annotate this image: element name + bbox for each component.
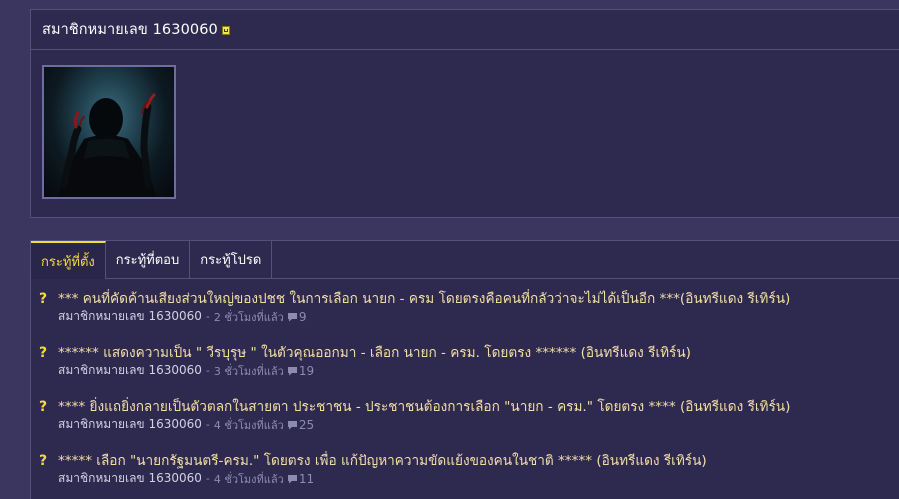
topics-panel: กระทู้ที่ตั้ง กระทู้ที่ตอบ กระทู้โปรด ? … xyxy=(30,240,899,499)
topic-author-link[interactable]: สมาชิกหมายเลข 1630060 xyxy=(58,361,202,380)
comment-bubble-icon xyxy=(287,420,297,429)
avatar xyxy=(42,65,176,199)
profile-name: สมาชิกหมายเลข 1630060 xyxy=(42,22,218,38)
meta-separator: - xyxy=(205,364,210,377)
meta-separator: - xyxy=(205,472,210,485)
comment-count: 9 xyxy=(298,309,307,324)
comment-count: 19 xyxy=(298,363,315,378)
tab-favorite-topics[interactable]: กระทู้โปรด xyxy=(190,241,273,278)
topic-title-link[interactable]: ****** แสดงความเป็น " วีรบุรุษ " ในตัวคุ… xyxy=(58,341,691,363)
topic-title-link[interactable]: ***** เลือก "นายกรัฐมนตรี-ครม." โดยตรง เ… xyxy=(58,449,707,471)
comment-bubble-icon xyxy=(287,474,297,483)
tab-bar: กระทู้ที่ตั้ง กระทู้ที่ตอบ กระทู้โปรด xyxy=(31,241,899,279)
list-item: ? **** ยิ่งแถยิ่งกลายเป็นตัวตลกในสายตา ป… xyxy=(39,395,889,434)
list-item: ? ***** เลือก "นายกรัฐมนตรี-ครม." โดยตรง… xyxy=(39,449,889,488)
question-mark-icon: ? xyxy=(39,291,48,307)
topic-author-link[interactable]: สมาชิกหมายเลข 1630060 xyxy=(58,415,202,434)
profile-header: สมาชิกหมายเลข 1630060 xyxy=(31,10,899,50)
topic-time: 4 ชั่วโมงที่แล้ว xyxy=(213,418,284,432)
topic-time: 4 ชั่วโมงที่แล้ว xyxy=(213,472,284,486)
member-badge-icon xyxy=(221,26,230,35)
profile-card: สมาชิกหมายเลข 1630060 xyxy=(30,9,899,218)
topic-author-link[interactable]: สมาชิกหมายเลข 1630060 xyxy=(58,307,202,326)
meta-separator: - xyxy=(205,418,210,431)
comment-bubble-icon xyxy=(287,312,297,321)
topic-time: 2 ชั่วโมงที่แล้ว xyxy=(213,310,284,324)
list-item: ? *** คนที่คัดค้านเสียงส่วนใหญ่ของปชช ใน… xyxy=(39,287,889,326)
tab-replied-topics[interactable]: กระทู้ที่ตอบ xyxy=(106,241,191,278)
comment-count: 11 xyxy=(298,471,315,486)
topic-title-link[interactable]: *** คนที่คัดค้านเสียงส่วนใหญ่ของปชช ในกา… xyxy=(58,287,790,309)
question-mark-icon: ? xyxy=(39,453,48,469)
question-mark-icon: ? xyxy=(39,345,48,361)
question-mark-icon: ? xyxy=(39,399,48,415)
topic-title-link[interactable]: **** ยิ่งแถยิ่งกลายเป็นตัวตลกในสายตา ประ… xyxy=(58,395,790,417)
comment-bubble-icon xyxy=(287,366,297,375)
meta-separator: - xyxy=(205,310,210,323)
topic-time: 3 ชั่วโมงที่แล้ว xyxy=(213,364,284,378)
tab-created-topics[interactable]: กระทู้ที่ตั้ง xyxy=(31,241,106,279)
topic-author-link[interactable]: สมาชิกหมายเลข 1630060 xyxy=(58,469,202,488)
comment-count: 25 xyxy=(298,417,315,432)
list-item: ? ****** แสดงความเป็น " วีรบุรุษ " ในตัว… xyxy=(39,341,889,380)
avatar-silhouette-icon xyxy=(58,93,156,197)
